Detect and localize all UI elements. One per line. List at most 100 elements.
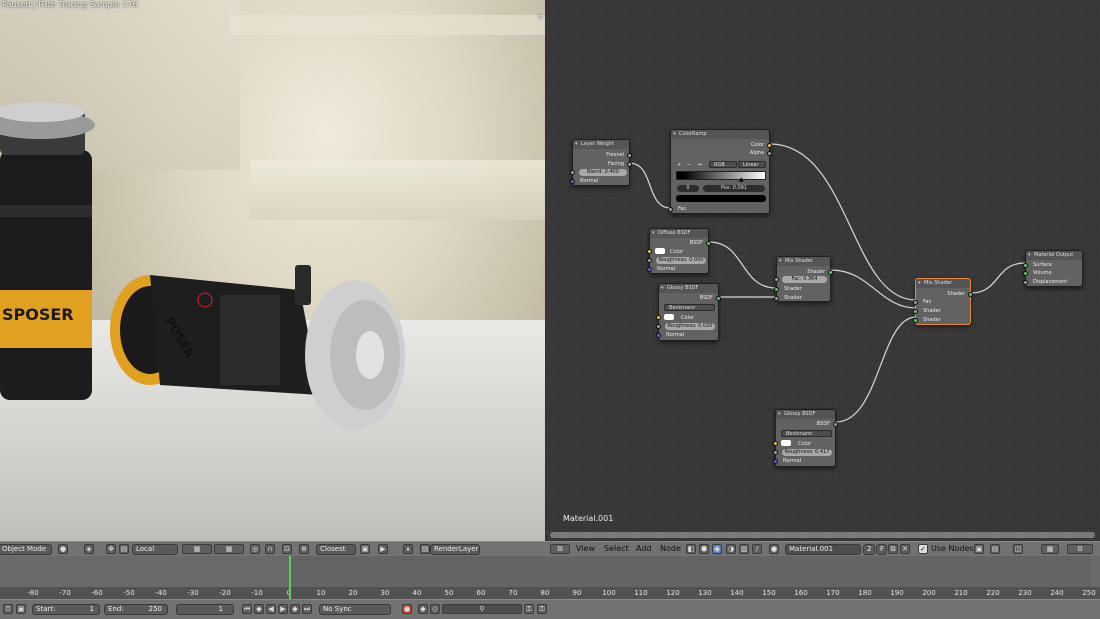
node-diffuse-bsdf[interactable]: Diffuse BSDF BSDF Color Roughness: 0.000… — [647, 228, 711, 274]
socket-roughness[interactable] — [647, 258, 652, 263]
socket-bsdf[interactable] — [833, 422, 838, 427]
socket-shader-1[interactable] — [774, 287, 779, 292]
distribution-dropdown[interactable]: Beckmann — [781, 430, 832, 437]
delete-keyframe-icon[interactable]: ⚿ — [537, 604, 547, 614]
node-mix-shader-2[interactable]: Mix Shader Shader Fac Shader Shader — [913, 278, 973, 325]
socket-fac[interactable] — [913, 300, 918, 305]
next-keyframe-icon[interactable]: ◆ — [290, 604, 300, 614]
use-nodes-checkbox[interactable]: ✓ — [918, 544, 928, 554]
copy-icon[interactable]: ◫ — [1013, 544, 1023, 554]
end-frame-field[interactable]: End: 250 — [104, 604, 168, 615]
socket-shader-1[interactable] — [913, 309, 918, 314]
socket-facing[interactable] — [627, 162, 632, 167]
color-swatch[interactable] — [664, 314, 674, 320]
manipulator-icon[interactable]: ✥ — [106, 544, 116, 554]
play-reverse-icon[interactable]: ◀ — [266, 604, 276, 614]
brush-icon[interactable]: ∕ — [752, 544, 762, 554]
socket-roughness[interactable] — [656, 324, 661, 329]
menu-select[interactable]: Select — [604, 541, 629, 557]
socket-color[interactable] — [656, 315, 661, 320]
render-animation-icon[interactable]: ▶ — [378, 544, 388, 554]
menu-add[interactable]: Add — [636, 541, 652, 557]
play-icon[interactable]: ▶ — [278, 604, 288, 614]
socket-color[interactable] — [647, 249, 652, 254]
prev-keyframe-icon[interactable]: ◆ — [254, 604, 264, 614]
start-frame-field[interactable]: Start: 1 — [32, 604, 100, 615]
socket-surface[interactable] — [1023, 263, 1028, 268]
material-users-count[interactable]: 2 — [863, 544, 875, 555]
node-tree-type-icon[interactable]: ◧ — [686, 544, 696, 554]
socket-fresnel[interactable] — [627, 153, 632, 158]
proportional-edit-icon[interactable]: ◎ — [250, 544, 260, 554]
menu-node[interactable]: Node — [660, 541, 681, 557]
current-frame-field[interactable]: 1 — [176, 604, 234, 615]
node-layer-weight[interactable]: Layer Weight Fresnel Facing Blend: 0.400… — [570, 139, 632, 186]
color-ramp-gradient[interactable] — [676, 171, 766, 180]
record-icon[interactable]: ● — [402, 604, 412, 614]
insert-keyframe-icon[interactable]: ⚿ — [524, 604, 534, 614]
menu-view[interactable]: View — [576, 541, 595, 557]
flip-ramp-button[interactable]: ↔ — [698, 162, 702, 168]
socket-normal[interactable] — [773, 459, 778, 464]
socket-color[interactable] — [773, 441, 778, 446]
new-material-icon[interactable]: ⧉ — [888, 544, 898, 554]
socket-normal[interactable] — [656, 333, 661, 338]
socket-shader-out[interactable] — [828, 270, 833, 275]
sync-mode-dropdown[interactable]: No Sync — [319, 604, 391, 615]
viewport-shading-icon[interactable]: ● — [58, 544, 68, 554]
material-browse-icon[interactable]: ● — [769, 544, 779, 554]
stop-position-field[interactable]: Pos: 0.091 — [703, 185, 765, 192]
world-nodes-icon[interactable]: ◑ — [726, 544, 736, 554]
node-material-output[interactable]: Material Output Surface Volume Displacem… — [1023, 250, 1083, 287]
transform-orientation-icon[interactable]: ▤ — [119, 544, 129, 554]
socket-fac[interactable] — [668, 207, 673, 212]
layers-grid-icon[interactable]: ▦ — [182, 544, 212, 554]
roughness-field[interactable]: Roughness: 0.000 — [656, 257, 706, 264]
pivot-point-icon[interactable]: ◈ — [84, 544, 94, 554]
node-glossy-bsdf-2[interactable]: Glossy BSDF BSDF Beckmann Color Roughnes… — [773, 409, 838, 467]
node-mix-shader-1[interactable]: Mix Shader Shader Fac: 0.364 Shader Shad… — [774, 256, 833, 302]
opengl-render-icon[interactable]: ▣ — [360, 544, 370, 554]
layers-grid-2-icon[interactable]: ▦ — [214, 544, 244, 554]
socket-shader-2[interactable] — [913, 318, 918, 323]
snap-target-icon[interactable]: ⊕ — [299, 544, 309, 554]
pause-render-icon[interactable]: ⏸ — [403, 544, 413, 554]
paste-icon[interactable]: ▦ — [1041, 544, 1059, 554]
view-options-icon[interactable]: ⚙ — [1067, 544, 1093, 554]
fac-field[interactable]: Fac: 0.364 — [782, 276, 827, 283]
node-glossy-bsdf-1[interactable]: Glossy BSDF BSDF Beckmann Color Roughnes… — [656, 283, 721, 341]
texture-nodes-icon[interactable]: ▥ — [739, 544, 749, 554]
ramp-stop-handle-icon[interactable]: ▲ — [739, 176, 744, 183]
socket-blend[interactable] — [570, 170, 575, 175]
socket-normal[interactable] — [570, 179, 575, 184]
socket-fac[interactable] — [774, 277, 779, 282]
playhead[interactable] — [289, 556, 291, 599]
socket-shader-out[interactable] — [968, 292, 973, 297]
blend-field[interactable]: Blend: 0.400 — [579, 169, 627, 176]
jump-start-icon[interactable]: ⏮ — [242, 604, 252, 614]
stop-index-field[interactable]: 0 — [677, 185, 699, 192]
color-swatch[interactable] — [781, 440, 791, 446]
timeline-frame-range[interactable] — [290, 556, 1090, 587]
socket-alpha[interactable] — [767, 151, 772, 156]
socket-normal[interactable] — [647, 267, 652, 272]
unlink-material-icon[interactable]: ✕ — [900, 544, 910, 554]
socket-displacement[interactable] — [1023, 280, 1028, 285]
area-corner-icon[interactable]: ⊞ — [537, 12, 544, 21]
color-swatch[interactable] — [655, 248, 665, 254]
snap-magnet-icon[interactable]: ∩ — [265, 544, 275, 554]
interpolation-dropdown[interactable]: Linear — [738, 161, 766, 168]
socket-bsdf[interactable] — [706, 241, 711, 246]
mode-selector[interactable]: Object Mode — [0, 544, 52, 555]
roughness-field[interactable]: Roughness: 0.417 — [782, 449, 832, 456]
socket-shader-2[interactable] — [774, 296, 779, 301]
color-mode-dropdown[interactable]: RGB — [709, 161, 737, 168]
add-stop-button[interactable]: + — [677, 162, 681, 168]
snap-icon[interactable]: ▤ — [990, 544, 1000, 554]
render-layer-selector[interactable]: RenderLayer — [430, 544, 480, 555]
jump-end-icon[interactable]: ⏭ — [302, 604, 312, 614]
keyframe-type-icon[interactable]: ◇ — [430, 604, 440, 614]
socket-bsdf[interactable] — [716, 296, 721, 301]
roughness-field[interactable]: Roughness: 0.020 — [665, 323, 715, 330]
object-nodes-icon[interactable]: ⬢ — [699, 544, 709, 554]
